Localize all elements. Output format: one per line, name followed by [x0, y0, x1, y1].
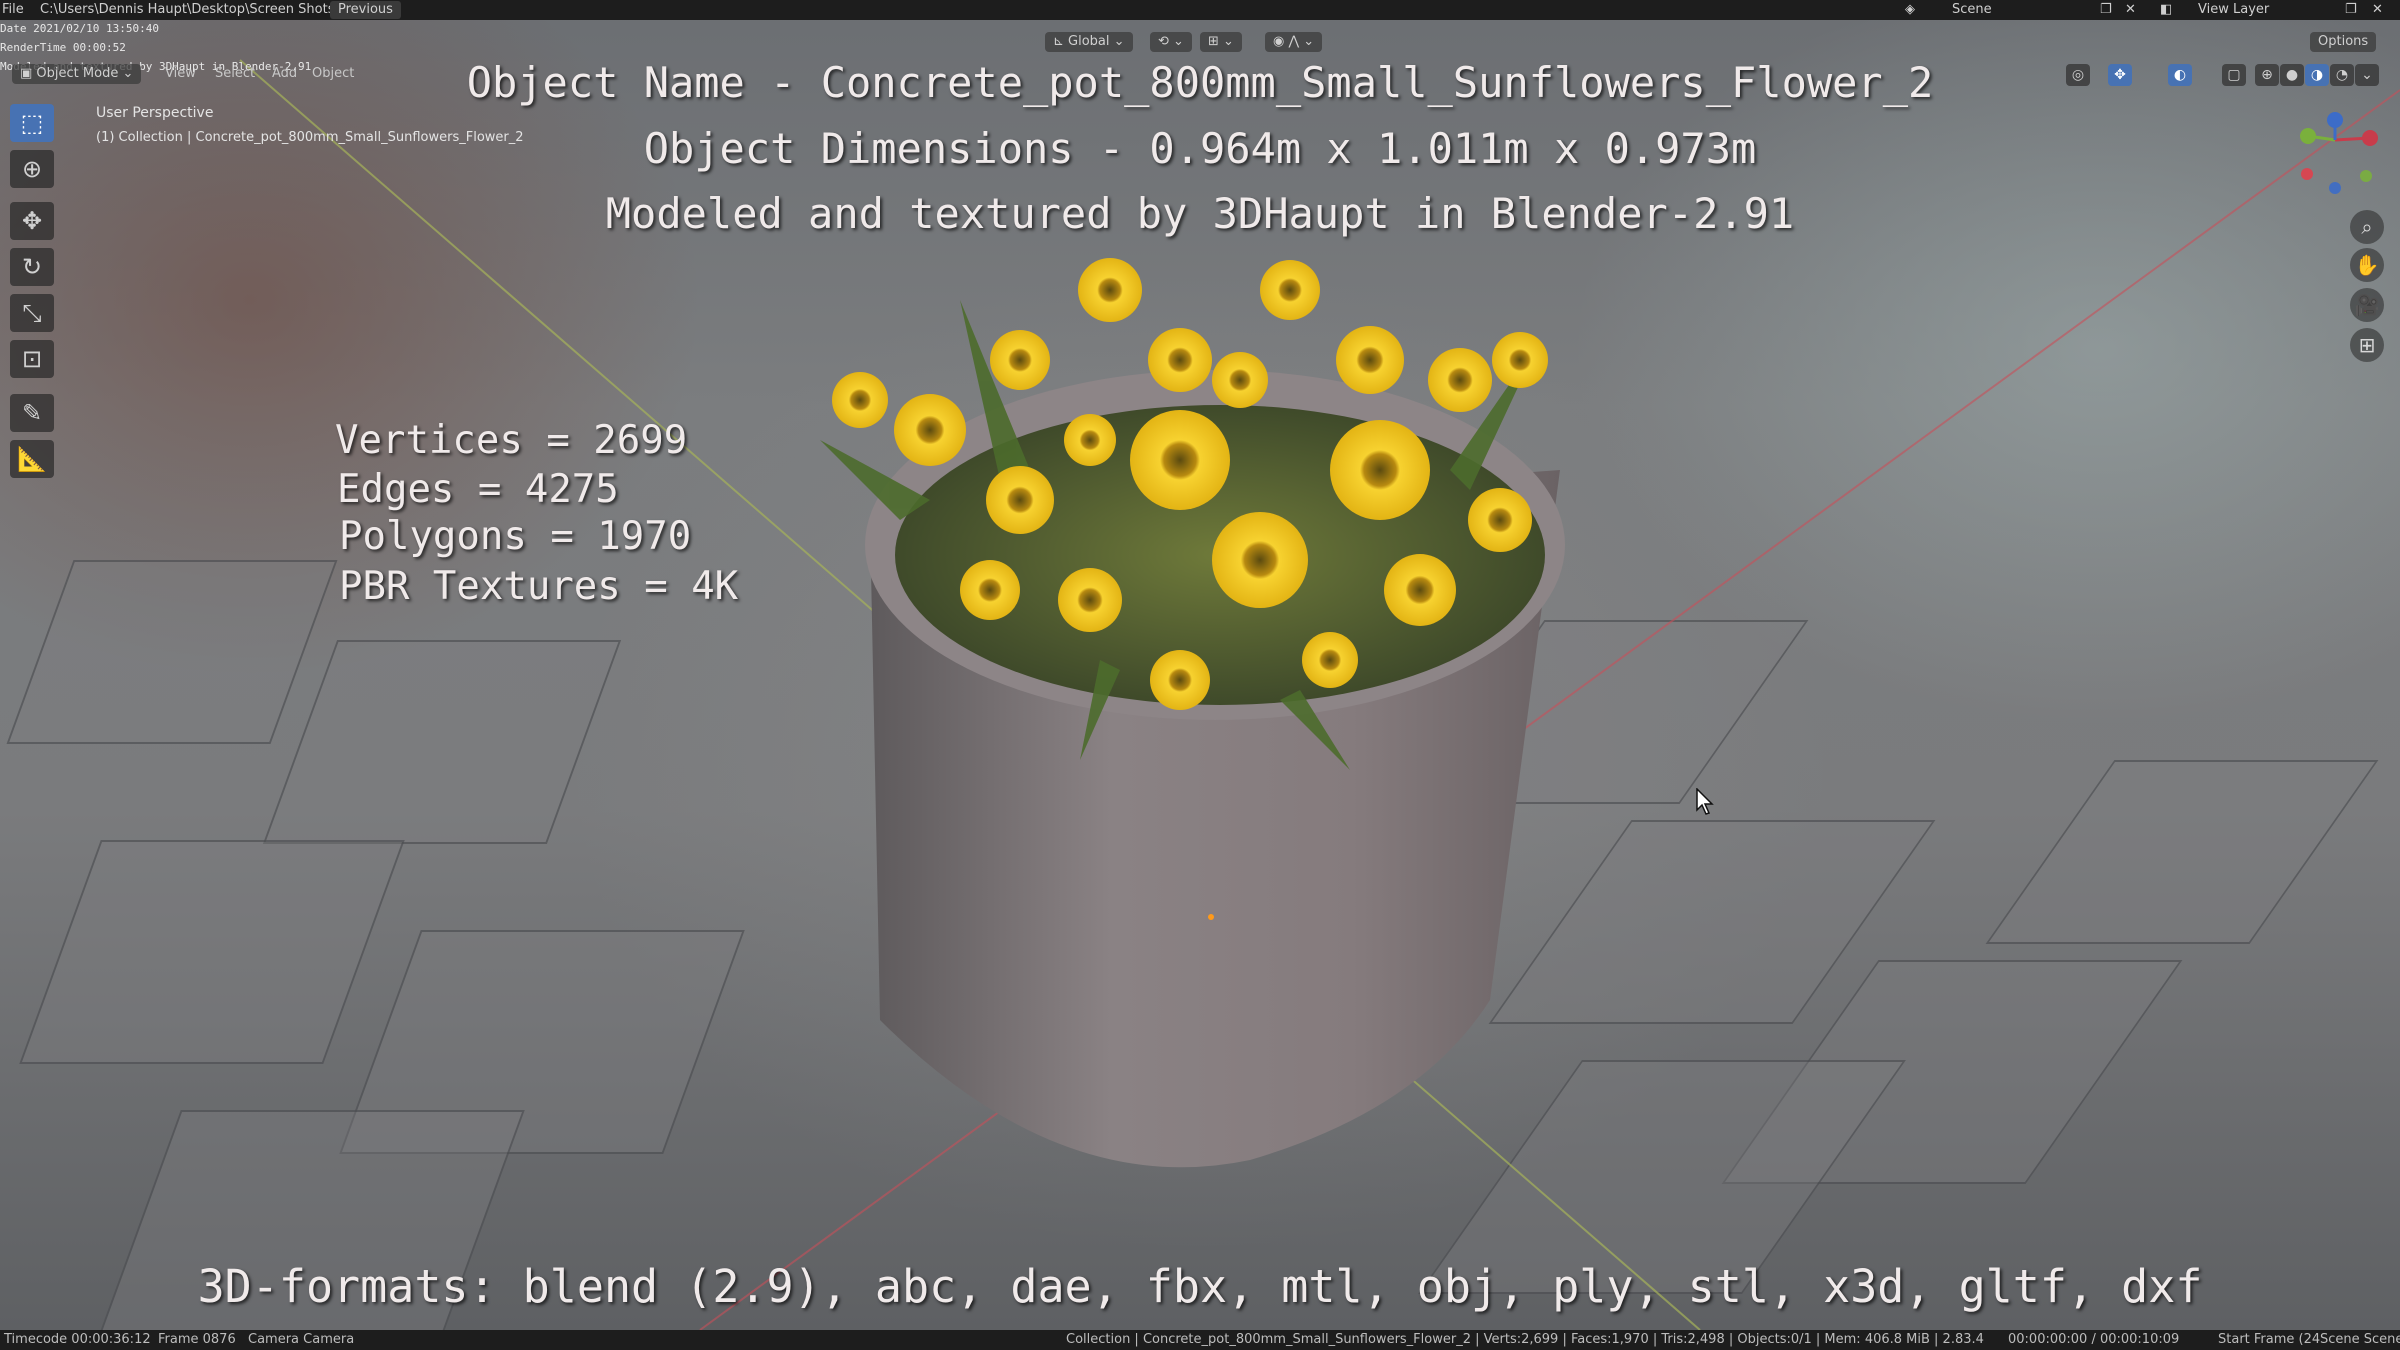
gizmo-toggle-icon[interactable]: ✥	[2108, 64, 2132, 86]
blender-window: Object Name - Concrete_pot_800mm_Small_S…	[0, 0, 2400, 1350]
menu-view[interactable]: View	[165, 66, 196, 81]
menu-add[interactable]: Add	[272, 66, 297, 81]
view-layer-selector[interactable]: View Layer	[2198, 0, 2269, 20]
view-name-label: User Perspective	[96, 105, 214, 121]
scale-icon[interactable]: ⤡	[10, 294, 54, 332]
cursor-icon[interactable]: ⊕	[10, 150, 54, 188]
select-box-icon[interactable]: ⬚	[10, 104, 54, 142]
shading-options-icon[interactable]: ⌄	[2355, 64, 2379, 86]
vertices-stat: Vertices = 2699	[335, 418, 688, 463]
mouse-cursor-icon	[1696, 788, 1714, 815]
overlays-toggle-icon[interactable]: ◐	[2168, 64, 2192, 86]
polygons-stat: Polygons = 1970	[339, 514, 692, 559]
y-axis-icon[interactable]	[2300, 128, 2316, 144]
timecode: Timecode 00:00:36:12	[4, 1332, 151, 1347]
xray-toggle-icon[interactable]: ▢	[2222, 64, 2246, 86]
mode-dropdown[interactable]: ▣ Object Mode ⌄	[12, 64, 142, 84]
scene-name: Scene Scene	[2320, 1332, 2400, 1347]
move-icon[interactable]: ✥	[10, 202, 54, 240]
menu-file[interactable]: File	[2, 0, 24, 20]
wireframe-shading-icon[interactable]: ⊕	[2255, 64, 2279, 86]
previous-button[interactable]: Previous	[330, 1, 401, 19]
scene-statistics: Collection | Concrete_pot_800mm_Small_Su…	[1066, 1332, 1984, 1347]
new-scene-icon[interactable]: ❐	[2100, 0, 2112, 20]
chevron-down-icon: ⌄	[1109, 34, 1125, 49]
visibility-icon[interactable]: ◎	[2066, 64, 2090, 86]
start-frame: Start Frame (24	[2218, 1332, 2321, 1347]
formats-text: 3D-formats: blend (2.9), abc, dae, fbx, …	[197, 1260, 2203, 1313]
material-shading-icon[interactable]: ◑	[2305, 64, 2329, 86]
navigation-gizmo[interactable]	[2280, 100, 2390, 210]
object-name-text: Object Name - Concrete_pot_800mm_Small_S…	[466, 58, 1934, 107]
object-mode-icon: ▣	[20, 66, 37, 81]
proportional-edit-toggle[interactable]: ◉ ⋀ ⌄	[1265, 32, 1323, 52]
z-axis-icon[interactable]	[2327, 112, 2343, 128]
status-bar: Timecode 00:00:36:12 Frame 0876 Camera C…	[0, 1330, 2400, 1350]
transform-orientation-label: Global	[1068, 34, 1110, 49]
annotate-icon[interactable]: ✎	[10, 394, 54, 432]
measure-icon[interactable]: 📐	[10, 440, 54, 478]
render-time: RenderTime 00:00:52	[0, 41, 126, 54]
zoom-icon[interactable]: ⌕	[2350, 210, 2384, 244]
options-dropdown[interactable]: Options	[2310, 32, 2377, 52]
pan-hand-icon[interactable]: ✋	[2350, 248, 2384, 282]
mode-label: Object Mode	[36, 66, 119, 81]
camera-view-icon[interactable]: 🎥	[2350, 288, 2384, 322]
new-view-layer-icon[interactable]: ❐	[2345, 0, 2357, 20]
menu-select[interactable]: Select	[215, 66, 255, 81]
rendered-shading-icon[interactable]: ◔	[2330, 64, 2354, 86]
delete-view-layer-icon[interactable]: ✕	[2372, 0, 2383, 20]
collection-label: (1) Collection | Concrete_pot_800mm_Smal…	[96, 130, 524, 145]
pbr-textures-stat: PBR Textures = 4K	[339, 564, 739, 609]
solid-shading-icon[interactable]: ●	[2280, 64, 2304, 86]
x-axis-icon[interactable]	[2362, 130, 2378, 146]
orientation-icon: ⊾	[1053, 34, 1069, 49]
neg-y-axis-icon[interactable]	[2360, 170, 2372, 182]
3d-viewport[interactable]: Object Name - Concrete_pot_800mm_Small_S…	[0, 0, 2400, 1350]
menu-object[interactable]: Object	[312, 66, 354, 81]
neg-x-axis-icon[interactable]	[2301, 168, 2313, 180]
scene-icon[interactable]: ◈	[1905, 0, 1915, 20]
pivot-point-dropdown[interactable]: ⟲ ⌄	[1150, 32, 1192, 52]
neg-z-axis-icon[interactable]	[2329, 182, 2341, 194]
perspective-grid-icon[interactable]: ⊞	[2350, 328, 2384, 362]
scene-selector[interactable]: Scene	[1952, 0, 1992, 20]
transform-icon[interactable]: ⊡	[10, 340, 54, 378]
rotate-icon[interactable]: ↻	[10, 248, 54, 286]
snap-dropdown[interactable]: ⊞ ⌄	[1200, 32, 1242, 52]
frame-number: Frame 0876	[158, 1332, 236, 1347]
edges-stat: Edges = 4275	[337, 467, 619, 512]
render-date: Date 2021/02/10 13:50:40	[0, 22, 159, 35]
modeled-by-text: Modeled and textured by 3DHaupt in Blend…	[605, 189, 1795, 238]
delete-scene-icon[interactable]: ✕	[2125, 0, 2136, 20]
chevron-down-icon: ⌄	[118, 66, 134, 81]
playback-time: 00:00:00:00 / 00:00:10:09	[2008, 1332, 2180, 1347]
camera-name: Camera Camera	[248, 1332, 355, 1347]
transform-orientation-dropdown[interactable]: ⊾ Global ⌄	[1045, 32, 1133, 52]
title-bar: File C:\Users\Dennis Haupt\Desktop\Scree…	[0, 0, 2400, 20]
view-layer-icon[interactable]: ◧	[2160, 0, 2172, 20]
